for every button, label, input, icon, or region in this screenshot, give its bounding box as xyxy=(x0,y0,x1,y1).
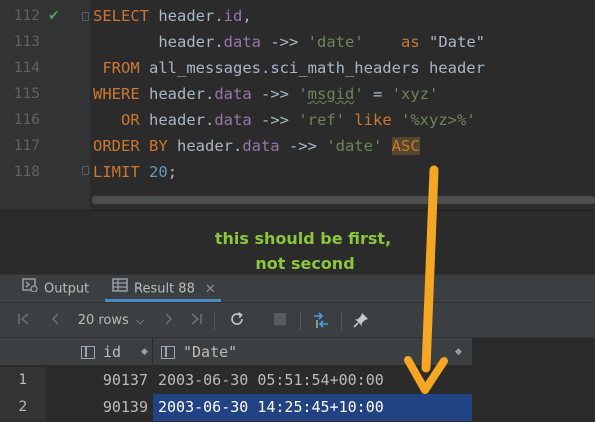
chevron-down-icon: ⌵ xyxy=(135,314,145,327)
cell-id[interactable]: 90139 xyxy=(46,394,152,421)
column-icon xyxy=(81,346,95,359)
column-header-id[interactable]: id xyxy=(103,338,121,366)
code-line-116[interactable]: 116 OR header.data ->> 'ref' like '%xyz>… xyxy=(0,107,595,133)
code-line-114[interactable]: 114 FROM all_messages.sci_math_headers h… xyxy=(0,55,595,81)
page-size-label: 20 rows xyxy=(77,313,129,328)
table-row[interactable]: 1 90137 2003-06-30 05:51:54+00:00 xyxy=(0,367,472,394)
table-row[interactable]: 2 90139 2003-06-30 14:25:45+10:00 xyxy=(0,394,472,421)
fold-end-marker-icon[interactable] xyxy=(82,166,89,175)
line-number: 112 xyxy=(13,8,40,24)
code-line-118[interactable]: 118 LIMIT 20; xyxy=(0,159,595,185)
column-icon xyxy=(161,346,175,359)
line-number: 114 xyxy=(13,60,40,76)
results-toolbar: 20 rows ⌵ xyxy=(0,302,595,338)
previous-page-icon[interactable] xyxy=(46,311,66,331)
grid-header-empty xyxy=(472,338,595,366)
code-line-112[interactable]: 112 ✔ SELECT header.id, xyxy=(0,3,595,29)
line-number: 118 xyxy=(13,164,40,180)
cell-date-selected[interactable]: 2003-06-30 14:25:45+10:00 xyxy=(153,394,472,421)
compare-icon[interactable] xyxy=(310,311,332,331)
line-number: 115 xyxy=(13,86,40,102)
cell-date[interactable]: 2003-06-30 05:51:54+00:00 xyxy=(153,367,472,394)
column-divider[interactable] xyxy=(152,338,153,366)
result-grid[interactable]: id ◆ "Date" ◆ 1 90137 2003-06-30 05:51:5… xyxy=(0,338,595,422)
cell-id[interactable]: 90137 xyxy=(46,367,152,394)
sql-editor[interactable]: 112 ✔ SELECT header.id, 113 header.data … xyxy=(0,0,595,210)
row-number: 2 xyxy=(0,394,46,421)
refresh-icon[interactable] xyxy=(227,311,247,331)
row-number: 1 xyxy=(0,367,46,394)
toolbar-separator xyxy=(341,312,342,330)
tab-result-label: Result 88 xyxy=(134,281,195,297)
column-header-date[interactable]: "Date" xyxy=(183,338,237,366)
stop-icon[interactable] xyxy=(270,311,290,331)
close-icon[interactable]: ✕ xyxy=(205,282,216,297)
tab-output[interactable]: Output xyxy=(22,275,89,303)
sort-icon[interactable]: ◆ xyxy=(141,338,148,366)
code-line-113[interactable]: 113 header.data ->> 'date' as "Date" xyxy=(0,29,595,55)
next-page-icon[interactable] xyxy=(158,311,178,331)
code-line-115[interactable]: 115 WHERE header.data ->> 'msgid' = 'xyz… xyxy=(0,81,595,107)
asc-keyword-highlight: ASC xyxy=(391,137,420,155)
annotation-line-2: not second xyxy=(255,254,355,273)
line-number: 117 xyxy=(13,138,40,154)
console-icon xyxy=(22,275,38,303)
results-tab-bar: Output Result 88 ✕ xyxy=(0,274,595,302)
tab-output-label: Output xyxy=(44,281,90,297)
executed-check-icon: ✔ xyxy=(48,8,60,24)
sort-icon[interactable]: ◆ xyxy=(455,338,462,366)
toolbar-separator xyxy=(300,312,301,330)
code-line-117[interactable]: 117 ORDER BY header.data ->> 'date' ASC xyxy=(0,133,595,159)
annotation-line-1: this should be first, xyxy=(214,229,392,248)
line-number: 116 xyxy=(13,112,40,128)
pin-icon[interactable] xyxy=(350,311,372,331)
line-number: 113 xyxy=(13,34,40,50)
fold-marker-icon[interactable] xyxy=(82,12,89,21)
horizontal-scrollbar[interactable] xyxy=(92,196,595,204)
page-size-dropdown[interactable]: 20 rows ⌵ xyxy=(74,311,148,331)
toolbar-separator xyxy=(214,312,215,330)
first-page-icon[interactable] xyxy=(14,311,34,331)
grid-header: id ◆ "Date" ◆ xyxy=(0,338,472,366)
last-page-icon[interactable] xyxy=(186,311,206,331)
